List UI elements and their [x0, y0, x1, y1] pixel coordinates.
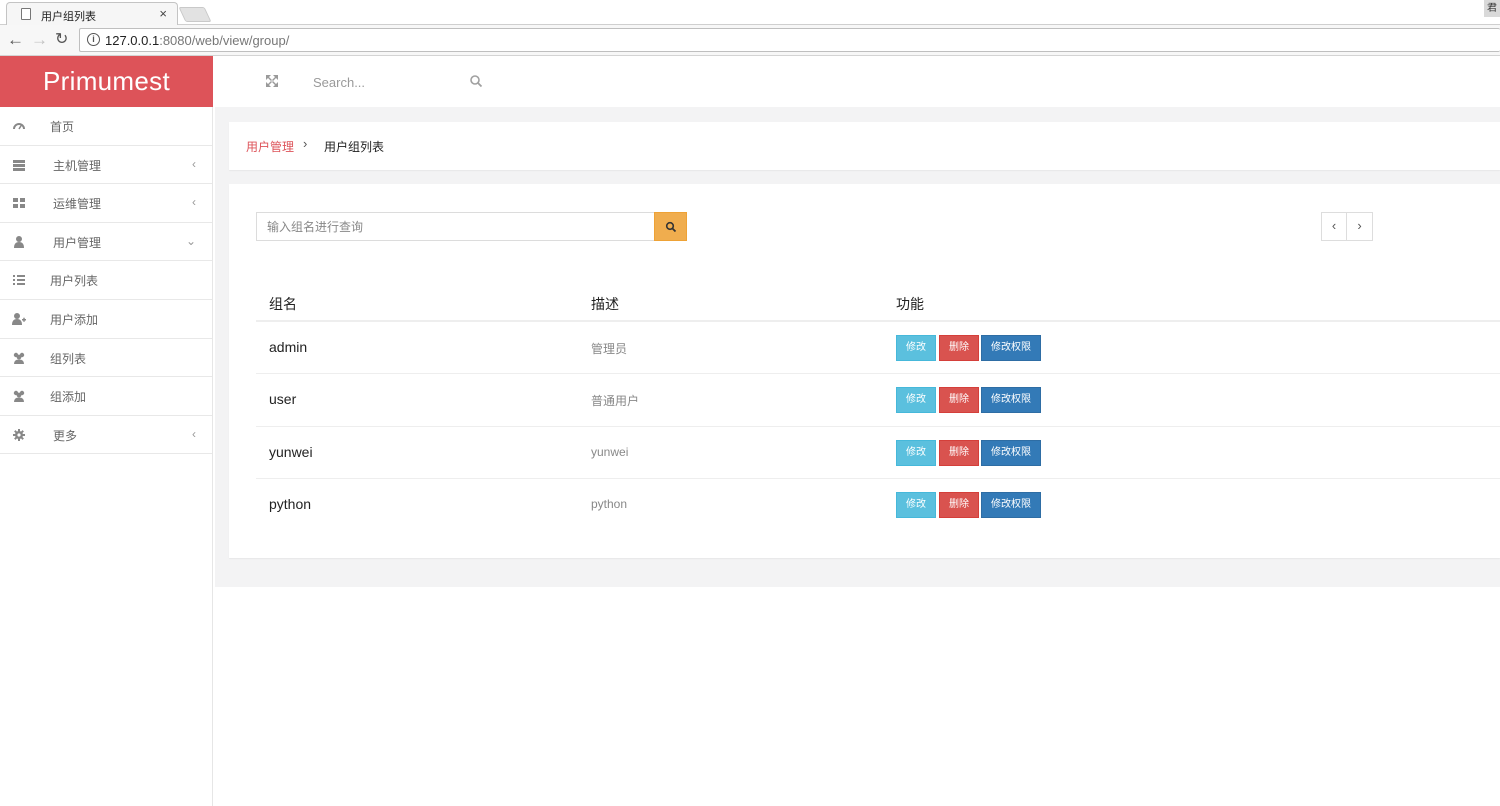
delete-button[interactable]: 删除 — [939, 439, 979, 466]
group-name: yunwei — [269, 443, 313, 460]
edit-button[interactable]: 修改 — [896, 439, 936, 466]
sidebar-item-user-add[interactable]: 用户添加 — [0, 300, 212, 339]
sidebar-item-user-list[interactable]: 用户列表 — [0, 261, 212, 300]
sidebar-item-home[interactable]: 首页 — [0, 107, 212, 146]
delete-button[interactable]: 删除 — [939, 491, 979, 518]
user-icon — [14, 235, 24, 248]
sidebar-item-more[interactable]: 更多 ‹ — [0, 416, 212, 455]
column-header-actions: 功能 — [896, 296, 924, 312]
dashboard-icon — [13, 123, 25, 130]
sidebar-item-label: 运维管理 — [53, 197, 102, 212]
edit-button[interactable]: 修改 — [896, 335, 936, 361]
pager: ‹ › — [1321, 212, 1373, 241]
group-name: python — [269, 495, 312, 512]
table-row: python python 修改 删除 修改权限 — [256, 479, 1500, 531]
group-description: 普通用户 — [591, 394, 640, 409]
prev-page-button[interactable]: ‹ — [1321, 212, 1347, 241]
group-name: admin — [269, 339, 308, 355]
grid-icon — [13, 198, 25, 209]
chevron-left-icon: ‹ — [192, 156, 196, 171]
group-list-card: ‹ › 组名 描述 功能 admin 管理员 修改 删除 修改权限 user 普… — [229, 184, 1500, 558]
sidebar-item-label: 组列表 — [50, 351, 87, 366]
sidebar-item-group-add[interactable]: 组添加 — [0, 377, 212, 416]
sidebar-item-label: 更多 — [53, 428, 78, 443]
sidebar-item-label: 首页 — [50, 120, 75, 134]
server-icon — [13, 159, 25, 171]
breadcrumb: 用户管理 › 用户组列表 — [229, 122, 1500, 170]
delete-button[interactable]: 删除 — [939, 387, 979, 414]
users-icon — [13, 390, 25, 403]
search-input[interactable] — [313, 70, 493, 94]
sidebar-item-label: 用户管理 — [53, 235, 102, 250]
sidebar-item-label: 主机管理 — [53, 158, 102, 173]
sidebar-item-group-list[interactable]: 组列表 — [0, 339, 212, 378]
chevron-down-icon: ⌄ — [185, 233, 196, 248]
page-icon — [21, 8, 31, 20]
browser-tab-bar: 用户组列表 × 君 — [0, 0, 1500, 26]
edit-button[interactable]: 修改 — [896, 387, 936, 414]
top-bar — [213, 56, 1500, 107]
users-icon — [13, 352, 25, 364]
edit-permissions-button[interactable]: 修改权限 — [981, 439, 1041, 466]
sidebar: 首页 主机管理 ‹ 运维管理 ‹ 用户管理 ⌄ 用户列表 用户添加 组列表 组添… — [0, 107, 213, 806]
sidebar-item-host-management[interactable]: 主机管理 ‹ — [0, 146, 212, 185]
table-header: 组名 描述 功能 — [256, 284, 1500, 322]
reload-icon[interactable]: ↻ — [55, 30, 68, 50]
next-page-button[interactable]: › — [1347, 212, 1373, 241]
sidebar-item-user-management[interactable]: 用户管理 ⌄ — [0, 223, 212, 262]
column-header-name: 组名 — [269, 296, 297, 312]
back-arrow-icon[interactable]: ← — [7, 30, 24, 50]
url-text[interactable]: 127.0.0.1:8080/web/view/group/ — [105, 33, 289, 48]
main-content: 用户管理 › 用户组列表 ‹ › 组名 描述 功能 admin 管理员 修改 — [215, 107, 1500, 587]
sidebar-item-ops-management[interactable]: 运维管理 ‹ — [0, 184, 212, 223]
breadcrumb-separator: › — [303, 136, 308, 151]
search-icon — [665, 221, 677, 233]
new-tab-button[interactable] — [178, 7, 212, 22]
forward-arrow-icon[interactable]: → — [31, 30, 48, 50]
chevron-left-icon: ‹ — [192, 426, 196, 441]
breadcrumb-current: 用户组列表 — [324, 140, 385, 154]
browser-toolbar: ← → ↻ i 127.0.0.1:8080/web/view/group/ — [0, 25, 1500, 56]
profile-corner-label[interactable]: 君 — [1484, 0, 1500, 17]
column-header-description: 描述 — [591, 296, 619, 312]
chevron-left-icon: ‹ — [192, 195, 196, 210]
edit-permissions-button[interactable]: 修改权限 — [981, 387, 1041, 414]
table-row: yunwei yunwei 修改 删除 修改权限 — [256, 427, 1500, 479]
breadcrumb-parent-link[interactable]: 用户管理 — [246, 138, 294, 155]
search-icon[interactable] — [469, 74, 483, 88]
list-icon — [13, 275, 25, 286]
group-search-input[interactable] — [256, 212, 654, 241]
delete-button[interactable]: 删除 — [939, 335, 979, 361]
edit-button[interactable]: 修改 — [896, 491, 936, 518]
group-description: yunwei — [591, 444, 629, 459]
user-plus-icon — [12, 312, 26, 325]
sidebar-item-label: 用户列表 — [50, 274, 99, 289]
gear-icon — [13, 428, 25, 441]
group-search-button[interactable] — [654, 212, 687, 241]
browser-tab[interactable]: 用户组列表 × — [6, 2, 178, 26]
info-icon[interactable]: i — [87, 33, 100, 46]
tab-close-icon[interactable]: × — [159, 6, 167, 21]
brand-logo[interactable]: Primumest — [0, 56, 213, 107]
edit-permissions-button[interactable]: 修改权限 — [981, 491, 1041, 518]
table-row: admin 管理员 修改 删除 修改权限 — [256, 322, 1500, 375]
address-bar[interactable]: i 127.0.0.1:8080/web/view/group/ — [79, 28, 1500, 52]
group-description: 管理员 — [591, 342, 628, 356]
group-description: python — [591, 496, 628, 511]
sidebar-item-label: 用户添加 — [50, 312, 99, 327]
group-table: 组名 描述 功能 admin 管理员 修改 删除 修改权限 user 普通用户 … — [256, 284, 1500, 531]
tab-title: 用户组列表 — [41, 11, 96, 23]
table-row: user 普通用户 修改 删除 修改权限 — [256, 374, 1500, 427]
sidebar-item-label: 组添加 — [50, 390, 87, 405]
expand-icon[interactable] — [265, 74, 279, 88]
group-name: user — [269, 391, 297, 408]
edit-permissions-button[interactable]: 修改权限 — [981, 335, 1041, 361]
